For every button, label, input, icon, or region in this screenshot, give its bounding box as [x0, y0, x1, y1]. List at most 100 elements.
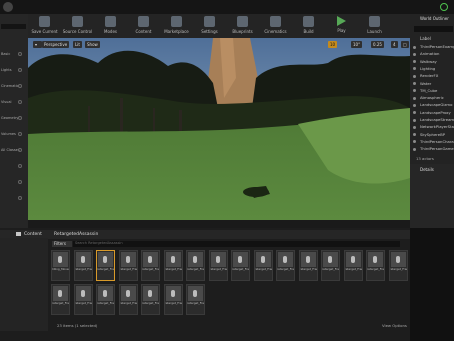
outliner-row[interactable]: Walkway: [413, 59, 454, 65]
visibility-eye-icon[interactable]: [413, 45, 416, 49]
asset-tile[interactable]: retarget_Frank_RPG_Ambient: [231, 250, 250, 281]
modes-search-input[interactable]: [1, 24, 26, 29]
visibility-eye-icon[interactable]: [413, 82, 416, 85]
visibility-eye-icon[interactable]: [413, 133, 416, 137]
visibility-eye-icon[interactable]: [413, 103, 416, 107]
outliner-row-label: LandscapeStreaming: [420, 117, 454, 122]
asset-tile[interactable]: retarget_Frank_RPG_Ambient: [141, 250, 160, 281]
asset-tile[interactable]: retarget_Frank_RPG_Ambient: [163, 250, 183, 281]
cb-path-bar: Content RetargetedAssassin: [0, 230, 410, 239]
grid-snap-value[interactable]: 10: [328, 41, 338, 48]
level-viewport[interactable]: [28, 38, 410, 220]
visibility-eye-icon[interactable]: [413, 52, 416, 56]
visibility-eye-icon[interactable]: [413, 125, 416, 129]
visibility-eye-icon[interactable]: [413, 118, 416, 122]
asset-tile[interactable]: retarget_Frank_RPG_Ambient: [276, 250, 295, 281]
asset-tile[interactable]: retarget_Frank_RPG_Ambient: [366, 250, 385, 281]
asset-tile[interactable]: retarget_Frank_RPG_Ambient: [96, 250, 115, 281]
cb-search-input[interactable]: Search RetargetedAssassin: [73, 241, 400, 247]
asset-tile[interactable]: retarget_Frank_RPG_Assassin: [118, 284, 138, 315]
outliner-row-label: ThirdPersonExampleMap: [420, 44, 454, 49]
asset-tile[interactable]: retarget_Frank_RPG_Ambient: [253, 250, 273, 281]
path-folder[interactable]: RetargetedAssassin: [54, 232, 98, 237]
lit-button[interactable]: Lit: [73, 41, 82, 48]
asset-tile[interactable]: retarget_Frank_RPG_Assassin: [141, 284, 160, 315]
visibility-eye-icon[interactable]: [413, 67, 416, 71]
outliner-row[interactable]: LandscapeGizmo: [413, 102, 454, 108]
outliner-row[interactable]: ThirdPersonGameMode: [413, 146, 454, 152]
save-current-button[interactable]: Save Current: [28, 14, 61, 38]
asset-tile[interactable]: retarget_Frank_RPG_Rotation_Walk: [186, 284, 205, 315]
modes-item[interactable]: Visual: [1, 100, 11, 104]
cb-view-options[interactable]: View Options: [382, 323, 407, 328]
outliner-row[interactable]: ThirdPersonExampleMap: [413, 44, 454, 50]
blueprints-button[interactable]: Blueprints: [226, 14, 259, 38]
animation-asset-icon: [165, 286, 181, 301]
visibility-eye-icon[interactable]: [413, 147, 416, 151]
marketplace-icon: [171, 16, 182, 27]
settings-button[interactable]: Settings: [193, 14, 226, 38]
modes-item[interactable]: Basic: [1, 52, 10, 56]
asset-tile[interactable]: retarget_Frank_RPG_Ambient: [298, 250, 318, 281]
outliner-row[interactable]: TM_Cube: [413, 88, 454, 94]
path-content[interactable]: Content: [24, 232, 42, 237]
asset-tile[interactable]: retarget_Frank_RPG_Assassin: [96, 284, 115, 315]
animation-asset-icon: [143, 286, 158, 301]
outliner-row-label: TM_Cube: [420, 87, 438, 93]
asset-tile[interactable]: retarget_Frank_RPG_Assassin: [51, 284, 70, 315]
visibility-eye-icon[interactable]: [413, 89, 416, 93]
outliner-row[interactable]: LandscapeStreaming: [413, 117, 454, 123]
outliner-row[interactable]: LandscapeProxy: [413, 110, 454, 116]
outliner-row[interactable]: ThirdPersonCharacter: [413, 139, 454, 145]
asset-tile[interactable]: Idling_Movement: [51, 250, 70, 281]
launch-button[interactable]: Launch: [358, 14, 391, 38]
outliner-row[interactable]: NetworkPlayerStart: [413, 124, 454, 130]
visibility-eye-icon[interactable]: [413, 140, 416, 144]
asset-tile[interactable]: retarget_Frank_RPG_Ambient: [186, 250, 205, 281]
asset-tile[interactable]: retarget_Frank_RPG_Ambient: [208, 250, 228, 281]
outliner-row[interactable]: RenderFX: [413, 73, 454, 79]
animation-asset-icon: [120, 252, 136, 267]
asset-tile[interactable]: retarget_Frank_RPG_Ambient: [321, 250, 340, 281]
modes-item[interactable]: All Classes: [1, 148, 20, 152]
asset-name: retarget_Frank_RPG_Ambient: [232, 268, 249, 271]
asset-tile[interactable]: retarget_Frank_RPG_Ambient: [118, 250, 138, 281]
show-button[interactable]: Show: [85, 41, 100, 48]
play-button[interactable]: Play: [325, 14, 358, 38]
modes-item[interactable]: Cinematic: [1, 84, 19, 88]
maximize-viewport-button[interactable]: □: [401, 41, 409, 48]
cinematics-button[interactable]: Cinematics: [259, 14, 292, 38]
marketplace-button[interactable]: Marketplace: [160, 14, 193, 38]
outliner-search-input[interactable]: [414, 26, 453, 32]
modes-button[interactable]: Modes: [94, 14, 127, 38]
rotation-snap-value[interactable]: 10°: [351, 41, 363, 48]
outliner-row[interactable]: Atmospheric: [413, 95, 454, 101]
outliner-row-label: Atmospheric: [420, 95, 444, 101]
content-button[interactable]: Content: [127, 14, 160, 38]
outliner-row[interactable]: Animation: [413, 51, 454, 57]
outliner-row[interactable]: Water: [413, 81, 454, 87]
asset-tile[interactable]: retarget_Frank_RPG_Assassin: [73, 284, 93, 315]
outliner-row[interactable]: SkySphereBP: [413, 132, 454, 138]
build-button[interactable]: Build: [292, 14, 325, 38]
visibility-eye-icon[interactable]: [413, 96, 416, 100]
visibility-eye-icon[interactable]: [413, 74, 416, 78]
asset-tile[interactable]: retarget_Frank_RPG_Ambient: [388, 250, 408, 281]
asset-tile[interactable]: retarget_Frank_RPG_Dual_Ability: [163, 284, 183, 315]
cb-filters-button[interactable]: Filters: [52, 241, 72, 247]
modes-item[interactable]: Volumes: [1, 132, 16, 136]
outliner-row[interactable]: Lighting: [413, 66, 454, 72]
visibility-eye-icon[interactable]: [413, 111, 416, 115]
visibility-eye-icon[interactable]: [413, 60, 416, 64]
scale-snap-value[interactable]: 0.25: [371, 41, 384, 48]
camera-speed-value[interactable]: 4: [391, 41, 398, 48]
asset-tile[interactable]: retarget_Frank_RPG_Ambient: [73, 250, 93, 281]
play-icon: [337, 16, 346, 26]
asset-tile[interactable]: retarget_Frank_RPG_Ambient: [343, 250, 363, 281]
viewport-options-button[interactable]: ▾: [33, 41, 42, 48]
animation-asset-icon: [300, 252, 316, 267]
source-control-button[interactable]: Source Control: [61, 14, 94, 38]
modes-item[interactable]: Geometry: [1, 116, 18, 120]
modes-item[interactable]: Lights: [1, 68, 12, 72]
perspective-button[interactable]: Perspective: [42, 41, 70, 48]
